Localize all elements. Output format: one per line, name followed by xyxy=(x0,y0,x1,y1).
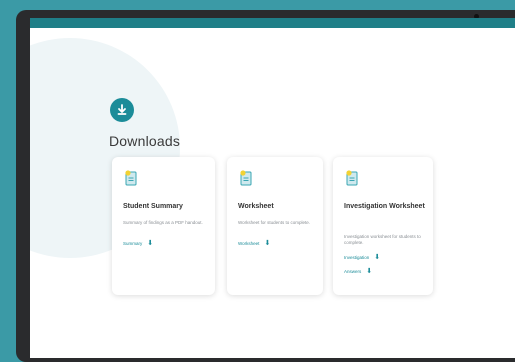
document-icon xyxy=(124,170,138,186)
download-link-answers[interactable]: Answers ⬇ xyxy=(344,268,372,275)
link-label: Investigation xyxy=(344,255,370,260)
download-link-investigation[interactable]: Investigation ⬇ xyxy=(344,254,380,261)
download-arrow-icon: ⬇ xyxy=(147,240,154,247)
download-arrow-icon: ⬇ xyxy=(366,268,373,275)
top-bar xyxy=(30,18,515,28)
card-title: Investigation Worksheet xyxy=(344,203,425,210)
screen: Downloads Student Summary Summary of fin… xyxy=(30,18,515,358)
card-worksheet: Worksheet Worksheet for students to comp… xyxy=(227,157,323,295)
card-description: Worksheet for students to complete. xyxy=(238,220,310,225)
card-title: Worksheet xyxy=(238,203,274,210)
card-description: Investigation worksheet for students to … xyxy=(344,234,421,245)
document-icon xyxy=(239,170,253,186)
card-student-summary: Student Summary Summary of findings as a… xyxy=(112,157,215,295)
document-icon xyxy=(345,170,359,186)
page-title: Downloads xyxy=(109,133,181,149)
download-arrow-icon: ⬇ xyxy=(264,240,271,247)
download-arrow-icon: ⬇ xyxy=(374,254,381,261)
card-investigation-worksheet: Investigation Worksheet Investigation wo… xyxy=(333,157,433,295)
download-link-summary[interactable]: Summary ⬇ xyxy=(123,240,153,247)
link-label: Answers xyxy=(344,269,362,274)
link-label: Worksheet xyxy=(238,241,260,246)
link-label: Summary xyxy=(123,241,143,246)
card-title: Student Summary xyxy=(123,203,183,210)
card-description: Summary of findings as a PDF handout. xyxy=(123,220,203,225)
download-link-worksheet[interactable]: Worksheet ⬇ xyxy=(238,240,270,247)
download-icon xyxy=(110,98,134,122)
